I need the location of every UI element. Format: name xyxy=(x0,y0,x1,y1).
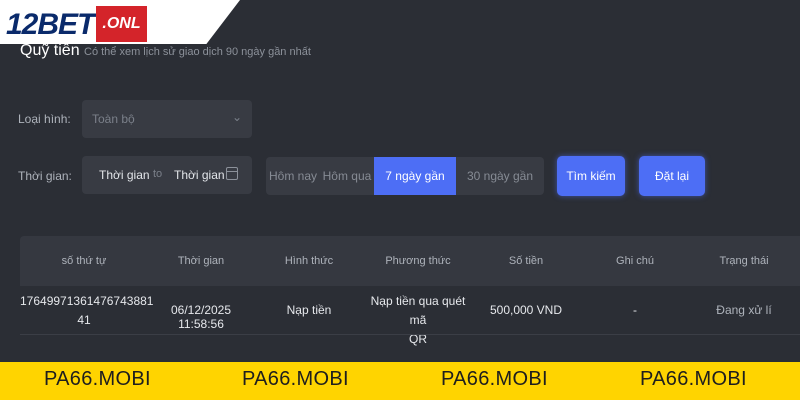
logo-wordmark: 12BET .ONL xyxy=(6,6,147,42)
quick-range-yesterday[interactable]: Hôm qua xyxy=(320,157,374,195)
cell-amount: 500,000 VND xyxy=(489,303,563,317)
calendar-icon xyxy=(226,167,238,180)
type-select[interactable]: Toàn bộ ⌄ xyxy=(82,100,252,138)
column-header-method: Phương thức xyxy=(385,255,451,267)
column-header-type: Hình thức xyxy=(284,255,334,267)
column-header-status: Trạng thái xyxy=(719,255,769,267)
cell-type: Nạp tiền xyxy=(286,303,332,317)
quick-range-today[interactable]: Hôm nay xyxy=(266,157,320,195)
column-header-note: Ghi chú xyxy=(616,255,654,267)
column-header-amount: Số tiền xyxy=(508,255,544,267)
column-header-id: số thứ tự xyxy=(61,255,107,267)
transaction-history-panel: 12BET .ONL Quỹ tiền Có thể xem lịch sử gi… xyxy=(0,0,800,360)
search-button[interactable]: Tìm kiếm xyxy=(557,156,625,196)
type-label: Loại hình: xyxy=(18,112,71,126)
time-label: Thời gian: xyxy=(18,169,72,183)
cell-note: - xyxy=(633,303,637,317)
cell-status: Đang xử lí xyxy=(716,303,772,317)
cell-time: 06/12/2025 11:58:56 xyxy=(170,303,232,331)
chevron-down-icon: ⌄ xyxy=(231,110,242,124)
type-select-value: Toàn bộ xyxy=(92,112,135,126)
quick-range-7-days[interactable]: 7 ngày gần đây xyxy=(374,157,456,195)
row-divider xyxy=(20,334,800,335)
watermark-text: PA66.MOBI xyxy=(44,368,151,390)
watermark-text: PA66.MOBI xyxy=(242,368,349,390)
watermark-text: PA66.MOBI xyxy=(441,368,548,390)
table-header: số thứ tự Thời gian Hình thức Phương thứ… xyxy=(20,236,800,286)
range-separator: to xyxy=(153,168,163,180)
quick-range-selector: Hôm nay Hôm qua 7 ngày gần đây 30 ngày g… xyxy=(266,157,544,195)
range-end[interactable]: Thời gian xyxy=(174,168,225,182)
date-range-picker[interactable]: Thời gian to Thời gian xyxy=(82,156,252,194)
quick-range-30-days[interactable]: 30 ngày gần đây xyxy=(456,157,544,195)
page-subtitle: Có thể xem lịch sử giao dịch 90 ngày gần… xyxy=(84,46,311,58)
transactions-table: số thứ tự Thời gian Hình thức Phương thứ… xyxy=(20,236,800,360)
reset-button[interactable]: Đặt lại xyxy=(639,156,705,196)
range-start[interactable]: Thời gian xyxy=(99,168,150,182)
brand-logo[interactable]: 12BET .ONL xyxy=(0,0,240,44)
cell-method: Nạp tiền qua quét mã QR xyxy=(370,294,466,346)
page-title: Quỹ tiền xyxy=(20,42,80,59)
column-header-time: Thời gian xyxy=(177,255,225,267)
watermark-text: PA66.MOBI xyxy=(640,368,747,390)
cell-id: 17649971361476743881 41 xyxy=(20,294,154,327)
watermark-banner: PA66.MOBI PA66.MOBI PA66.MOBI PA66.MOBI xyxy=(0,360,800,400)
